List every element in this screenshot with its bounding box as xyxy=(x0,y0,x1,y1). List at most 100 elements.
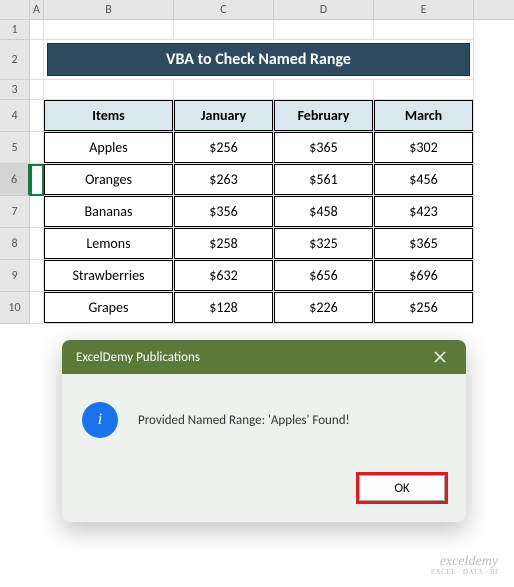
table-row: $325 xyxy=(274,228,373,259)
table-row: $632 xyxy=(174,260,273,291)
cell-B6[interactable]: Oranges xyxy=(44,164,174,196)
cell-A4[interactable] xyxy=(30,100,44,132)
cell-C7[interactable]: $356 xyxy=(174,196,274,228)
table-row: Lemons xyxy=(44,228,173,259)
cell-B4[interactable]: Items xyxy=(44,100,174,132)
watermark-sub: EXCEL · DATA · BI xyxy=(431,569,498,577)
table-row: $561 xyxy=(274,164,373,195)
cell-D10[interactable]: $226 xyxy=(274,292,374,324)
cell-E6[interactable]: $456 xyxy=(374,164,474,196)
watermark-main: exceldemy xyxy=(431,554,498,569)
cell-A9[interactable] xyxy=(30,260,44,292)
cell-C1[interactable] xyxy=(174,20,274,40)
cell-B7[interactable]: Bananas xyxy=(44,196,174,228)
col-header-B[interactable]: B xyxy=(44,0,174,19)
col-header-C[interactable]: C xyxy=(174,0,274,19)
title-cell[interactable]: VBA to Check Named Range xyxy=(44,40,474,80)
row-header-5[interactable]: 5 xyxy=(0,132,30,164)
row-header-8[interactable]: 8 xyxy=(0,228,30,260)
table-row: $423 xyxy=(374,196,473,227)
row-header-9[interactable]: 9 xyxy=(0,260,30,292)
cell-C8[interactable]: $258 xyxy=(174,228,274,260)
cell-A6[interactable] xyxy=(30,164,44,196)
cell-D3[interactable] xyxy=(274,80,374,100)
cell-E8[interactable]: $365 xyxy=(374,228,474,260)
th-mar: March xyxy=(374,100,473,131)
cell-E9[interactable]: $696 xyxy=(374,260,474,292)
cell-E3[interactable] xyxy=(374,80,474,100)
cell-D6[interactable]: $561 xyxy=(274,164,374,196)
col-header-D[interactable]: D xyxy=(274,0,374,19)
table-row: $356 xyxy=(174,196,273,227)
select-all-corner[interactable] xyxy=(0,0,30,19)
dialog-body: i Provided Named Range: 'Apples' Found! xyxy=(62,374,466,462)
row-header-4[interactable]: 4 xyxy=(0,100,30,132)
table-row: $302 xyxy=(374,132,473,163)
cell-D9[interactable]: $656 xyxy=(274,260,374,292)
cell-B3[interactable] xyxy=(44,80,174,100)
cell-C9[interactable]: $632 xyxy=(174,260,274,292)
cell-B1[interactable] xyxy=(44,20,174,40)
cell-B8[interactable]: Lemons xyxy=(44,228,174,260)
row-header-3[interactable]: 3 xyxy=(0,80,30,100)
dialog-titlebar[interactable]: ExcelDemy Publications xyxy=(62,340,466,374)
cell-C5[interactable]: $256 xyxy=(174,132,274,164)
th-feb: February xyxy=(274,100,373,131)
table-row: Oranges xyxy=(44,164,173,195)
row-header-10[interactable]: 10 xyxy=(0,292,30,324)
table-row: Apples xyxy=(44,132,173,163)
cell-A7[interactable] xyxy=(30,196,44,228)
row-header-7[interactable]: 7 xyxy=(0,196,30,228)
cell-A10[interactable] xyxy=(30,292,44,324)
row-header-2[interactable]: 2 xyxy=(0,40,30,80)
table-row: $128 xyxy=(174,292,273,323)
close-button[interactable] xyxy=(428,345,452,369)
row-header-6[interactable]: 6 xyxy=(0,164,30,196)
table-row: $696 xyxy=(374,260,473,291)
table-row: $365 xyxy=(274,132,373,163)
column-headers-row: A B C D E xyxy=(0,0,514,20)
table-row: $458 xyxy=(274,196,373,227)
cell-A3[interactable] xyxy=(30,80,44,100)
table-row: Bananas xyxy=(44,196,173,227)
cell-A2[interactable] xyxy=(30,40,44,80)
table-row: $226 xyxy=(274,292,373,323)
table-row: $263 xyxy=(174,164,273,195)
message-dialog: ExcelDemy Publications i Provided Named … xyxy=(62,340,466,522)
cell-A5[interactable] xyxy=(30,132,44,164)
cell-C10[interactable]: $128 xyxy=(174,292,274,324)
cell-D4[interactable]: February xyxy=(274,100,374,132)
cell-D7[interactable]: $458 xyxy=(274,196,374,228)
table-row: $256 xyxy=(174,132,273,163)
th-items: Items xyxy=(44,100,173,131)
col-header-A[interactable]: A xyxy=(30,0,44,19)
table-row: $456 xyxy=(374,164,473,195)
cell-C4[interactable]: January xyxy=(174,100,274,132)
cell-E1[interactable] xyxy=(374,20,474,40)
th-jan: January xyxy=(174,100,273,131)
table-row: $365 xyxy=(374,228,473,259)
table-row: $256 xyxy=(374,292,473,323)
col-header-E[interactable]: E xyxy=(374,0,474,19)
cell-E10[interactable]: $256 xyxy=(374,292,474,324)
cell-A1[interactable] xyxy=(30,20,44,40)
close-icon xyxy=(434,351,446,363)
cell-B10[interactable]: Grapes xyxy=(44,292,174,324)
cell-C6[interactable]: $263 xyxy=(174,164,274,196)
cell-E7[interactable]: $423 xyxy=(374,196,474,228)
cell-C3[interactable] xyxy=(174,80,274,100)
cell-B5[interactable]: Apples xyxy=(44,132,174,164)
cell-D5[interactable]: $365 xyxy=(274,132,374,164)
cell-E4[interactable]: March xyxy=(374,100,474,132)
dialog-footer: OK xyxy=(62,462,466,522)
cell-E5[interactable]: $302 xyxy=(374,132,474,164)
dialog-message: Provided Named Range: 'Apples' Found! xyxy=(138,413,350,428)
cell-A8[interactable] xyxy=(30,228,44,260)
row-header-1[interactable]: 1 xyxy=(0,20,30,40)
cell-D8[interactable]: $325 xyxy=(274,228,374,260)
cell-D1[interactable] xyxy=(274,20,374,40)
info-icon: i xyxy=(82,402,118,438)
dialog-title-text: ExcelDemy Publications xyxy=(76,350,200,365)
ok-button[interactable]: OK xyxy=(356,472,448,504)
cell-B9[interactable]: Strawberries xyxy=(44,260,174,292)
